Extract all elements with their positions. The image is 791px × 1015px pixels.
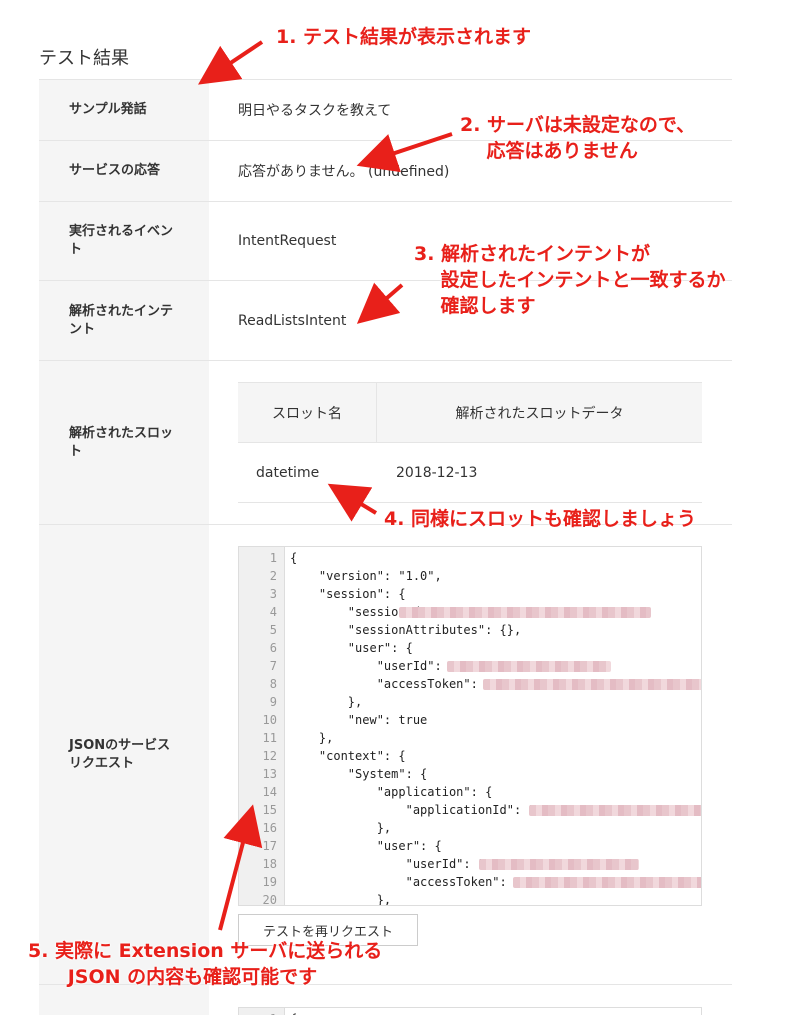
arrow-3-icon [356, 282, 404, 324]
annotation-5: 5. 実際に Extension サーバに送られる JSON の内容も確認可能で… [28, 940, 383, 988]
annotation-4: 4. 同様にスロットも確認しましょう [384, 508, 697, 530]
arrow-1-icon [198, 40, 264, 85]
arrow-5-icon [218, 804, 263, 931]
annotation-1: 1. テスト結果が表示されます [276, 26, 532, 48]
annotation-3: 3. 解析されたインテントが 設定したインテントと一致するか 確認します [414, 243, 726, 317]
arrow-2-icon [356, 132, 453, 173]
annotation-2: 2. サーバは未設定なので、 応答はありません [460, 114, 696, 162]
arrow-4-icon [327, 483, 378, 522]
